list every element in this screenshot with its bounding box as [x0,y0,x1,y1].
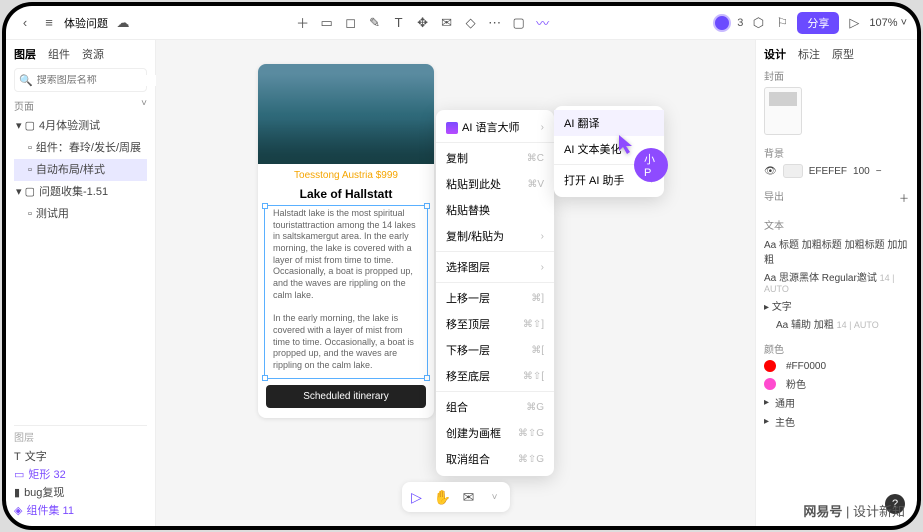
colors-label: 颜色 [764,341,909,356]
tab-components[interactable]: 组件 [48,46,70,62]
artboard-card[interactable]: Toesstong Austria $999 Lake of Hallstatt… [258,64,434,418]
layer-item[interactable]: T文字 [14,448,147,466]
tree-item[interactable]: ▫ 组件：春玲/发长/周展 [14,137,147,159]
ctx-move-up[interactable]: 上移一层⌘] [436,285,554,311]
color-group[interactable]: ▸ 主色 [764,414,909,429]
ctx-ai-master[interactable]: AI 语言大师› [436,114,554,140]
watermark: 网易号 | 设计新知 [803,501,905,520]
pin-icon[interactable]: ⚐ [773,14,791,32]
ctx-move-down[interactable]: 下移一层⌘[ [436,337,554,363]
menu-icon[interactable]: ≡ [40,14,58,32]
more-icon[interactable]: ⋯ [486,14,504,32]
avatar[interactable] [713,14,731,32]
back-icon[interactable]: ‹ [16,14,34,32]
ctx-copy[interactable]: 复制⌘C [436,145,554,171]
ctx-move-top[interactable]: 移至顶层⌘⇧] [436,311,554,337]
frame-icon[interactable]: ▭ [318,14,336,32]
ctx-select-layer[interactable]: 选择图层› [436,254,554,280]
search-icon: 🔍 [19,71,33,89]
topbar: ‹ ≡ 体验问题 ☁ ＋ ▭ ◻ ✎ T ✥ ✉ ◇ ⋯ ▢ 〰 3 ⬡ ⚐ 分… [6,6,917,40]
ctx-group[interactable]: 组合⌘G [436,394,554,420]
ctx-paste-replace[interactable]: 粘贴替换 [436,197,554,223]
text-style[interactable]: Aa 思源黑体 Regular邀试 14 | AUTO [764,269,909,295]
comment-icon[interactable]: ✉ [438,14,456,32]
card-image [258,64,434,164]
shape-icon[interactable]: ◻ [342,14,360,32]
bottom-toolbar: ▷ ✋ ✉ ˅ [402,482,510,512]
ctx-copy-paste-as[interactable]: 复制/粘贴为› [436,223,554,249]
bg-opacity[interactable]: 100 [853,166,870,177]
left-tabs: 图层 组件 资源 [14,46,147,62]
play-icon[interactable]: ▷ [845,14,863,32]
ctx-ai-translate[interactable]: AI 翻译 [554,110,664,136]
tab-layers[interactable]: 图层 [14,46,36,62]
layer-tree: ▾ ▢ 4月体验测试 ▫ 组件：春玲/发长/周展 ▫ 自动布局/样式 ▾ ▢ 问… [14,115,147,425]
comment-tool-icon[interactable]: ✉ [458,486,480,508]
card-title: Lake of Hallstatt [258,187,434,201]
context-menu: AI 语言大师› 复制⌘C 粘贴到此处⌘V 粘贴替换 复制/粘贴为› 选择图层›… [436,110,554,476]
canvas[interactable]: Toesstong Austria $999 Lake of Hallstatt… [156,40,755,526]
zoom-level[interactable]: 107% ˅ [869,17,907,29]
pages-label: 页面 [14,98,34,113]
ai-icon[interactable]: 〰 [534,14,552,32]
text-sub-label: ▸ 文字 [764,298,909,313]
pages-toggle[interactable]: ˅ [141,98,147,113]
bg-color[interactable]: EFEFEF [809,166,847,177]
tab-proto[interactable]: 原型 [832,46,854,62]
text-style[interactable]: Aa 辅助 加粗 14 | AUTO [764,316,909,331]
canvas-icon[interactable]: ▢ [510,14,528,32]
export-label: 导出 [764,188,784,203]
card-body-selected[interactable]: Halstadt lake is the most spiritual tour… [264,205,428,379]
card-subtitle: Toesstong Austria $999 [264,170,428,181]
right-panel: 设计 标注 原型 封面 背景 👁 EFEFEF 100 − 导出 ＋ [755,40,917,526]
search-input[interactable]: 🔍 ⧉ [14,68,147,92]
color-group[interactable]: ▸ 通用 [764,395,909,410]
text-style[interactable]: Aa 标题 加粗标题 加粗标题 加加粗 [764,236,909,266]
user-count: 3 [737,17,743,29]
doc-title[interactable]: 体验问题 [64,15,108,31]
cover-thumb[interactable] [764,87,802,135]
ctx-move-bottom[interactable]: 移至底层⌘⇧[ [436,363,554,389]
component-icon[interactable]: ◇ [462,14,480,32]
remove-icon[interactable]: − [876,166,882,177]
share-button[interactable]: 分享 [797,12,839,34]
tab-assets[interactable]: 资源 [82,46,104,62]
visibility-icon[interactable]: 👁 [764,166,777,177]
tree-folder[interactable]: ▾ ▢ 4月体验测试 [14,115,147,137]
bg-swatch[interactable] [783,164,803,178]
color-item[interactable]: #FF0000 [764,360,909,372]
cursor-tool-icon[interactable]: ▷ [406,486,428,508]
hand-tool-icon[interactable]: ✋ [432,486,454,508]
cursor-icon [618,134,636,161]
cursor-label: 小P [634,148,668,182]
ctx-ungroup[interactable]: 取消组合⌘⇧G [436,446,554,472]
card-button[interactable]: Scheduled itinerary [266,385,426,408]
add-icon[interactable]: ＋ [294,14,312,32]
tab-design[interactable]: 设计 [764,46,786,62]
add-export-icon[interactable]: ＋ [899,190,909,205]
tree-folder[interactable]: ▾ ▢ 问题收集-1.51 [14,181,147,203]
layer-list: 图层 T文字 ▭矩形 32 ▮bug复现 ◈组件集 11 [14,425,147,520]
ctx-paste-here[interactable]: 粘贴到此处⌘V [436,171,554,197]
tab-annotate[interactable]: 标注 [798,46,820,62]
color-item[interactable]: 粉色 [764,376,909,391]
right-tabs: 设计 标注 原型 [764,46,909,62]
tool-chevron-icon[interactable]: ˅ [484,486,506,508]
cover-label: 封面 [764,68,909,83]
bg-label: 背景 [764,145,909,160]
left-panel: 图层 组件 资源 🔍 ⧉ 页面 ˅ ▾ ▢ 4月体验测试 ▫ 组件：春玲/发长/… [6,40,156,526]
layer-item[interactable]: ◈组件集 11 [14,502,147,520]
layer-item[interactable]: ▮bug复现 [14,484,147,502]
text-label: 文本 [764,217,909,232]
tree-item[interactable]: ▫ 测试用 [14,203,147,225]
move-icon[interactable]: ✥ [414,14,432,32]
pen-icon[interactable]: ✎ [366,14,384,32]
layer-item[interactable]: ▭矩形 32 [14,466,147,484]
marker-icon[interactable]: ⬡ [749,14,767,32]
cloud-icon: ☁ [114,14,132,32]
ctx-make-frame[interactable]: 创建为画框⌘⇧G [436,420,554,446]
tree-item-selected[interactable]: ▫ 自动布局/样式 [14,159,147,181]
text-icon[interactable]: T [390,14,408,32]
